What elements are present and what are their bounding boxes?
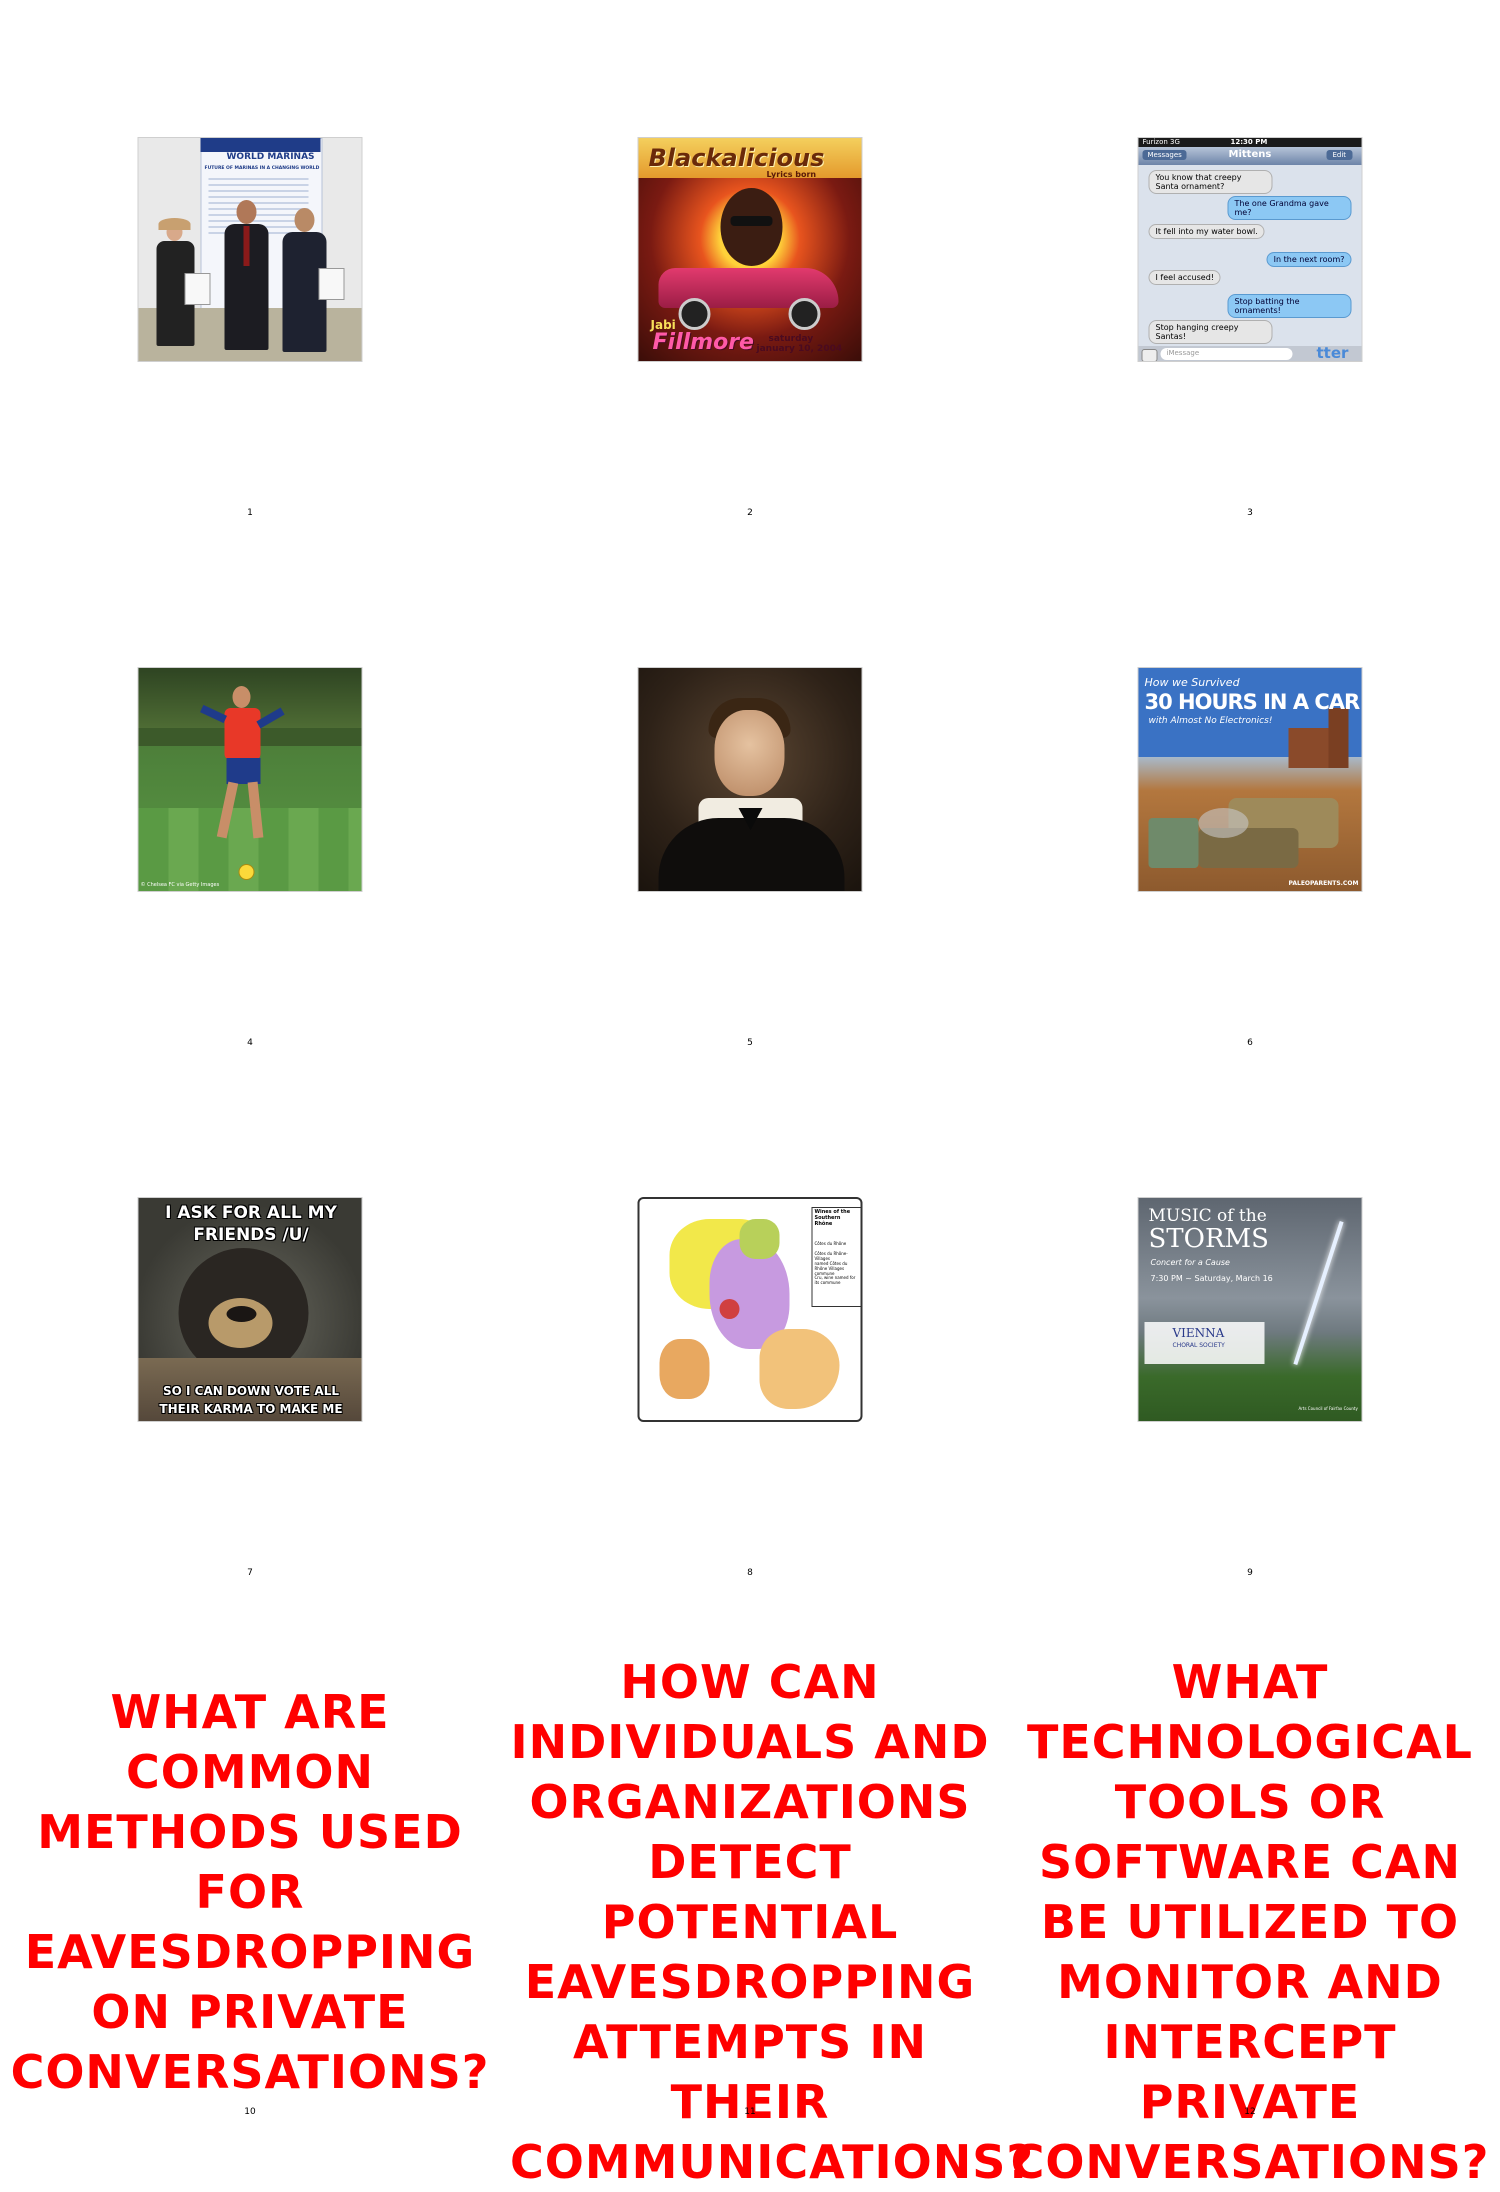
cell-number: 11 (744, 2107, 756, 2117)
message-bubble: You know that creepy Santa ornament? (1148, 170, 1273, 194)
map-legend-item: Côtes du Rhône (814, 1241, 847, 1246)
map-legend-title: Wines of the Southern Rhône (814, 1209, 851, 1227)
poster-sponsor: Arts Council of Fairfax County (1298, 1406, 1358, 1411)
poster-site: PALEOPARENTS.COM (1288, 880, 1359, 887)
cell-number: 10 (244, 2107, 256, 2117)
photo-conference-group[interactable]: WORLD MARINAS FUTURE OF MARINAS IN A CHA… (137, 137, 363, 362)
cell-number: 3 (1247, 508, 1253, 518)
cell-number: 4 (247, 1038, 253, 1048)
status-carrier: Furizon 3G (1142, 138, 1180, 146)
watermark-text: tter (1316, 344, 1349, 362)
map-legend-item: Côtes du Rhône-Villages (814, 1251, 848, 1261)
status-time: 12:30 PM (1230, 138, 1268, 146)
photo-football-training[interactable]: © Chelsea FC via Getty Images (137, 667, 363, 892)
cell-number: 12 (1244, 2107, 1256, 2117)
map-legend-item: named Côtes du Rhône Villages commune (814, 1261, 848, 1276)
text-message-screenshot[interactable]: Furizon 3G 12:30 PM Messages Mittens Edi… (1137, 137, 1363, 362)
grid-cell-12: WHAT TECHNOLOGICAL TOOLS OR SOFTWARE CAN… (1000, 1590, 1500, 2189)
cell-number: 6 (1247, 1038, 1253, 1048)
road-trip-poster[interactable]: How we Survived 30 HOURS IN A CAR with A… (1137, 667, 1363, 892)
cell-number: 1 (247, 508, 253, 518)
poster-line-3: with Almost No Electronics! (1148, 716, 1273, 726)
message-bubble: Stop hanging creepy Santas! (1148, 320, 1273, 344)
cell-number: 5 (747, 1038, 753, 1048)
concert-poster-blackalicious[interactable]: Blackalicious Lyrics born Jabi Fillmore … (637, 137, 863, 362)
poster-time: 7:30 PM ~ Saturday, March 16 (1150, 1274, 1273, 1283)
message-bubble: Stop batting the ornaments! (1227, 294, 1352, 318)
photo-credit: © Chelsea FC via Getty Images (140, 882, 220, 888)
poster-line-2: 30 HOURS IN A CAR (1144, 690, 1361, 714)
nav-title: Mittens (1228, 149, 1272, 160)
message-bubble: It fell into my water bowl. (1148, 224, 1265, 239)
cell-number: 9 (1247, 1568, 1253, 1578)
grid-cell-10: WHAT ARE COMMON METHODS USED FOR EAVESDR… (0, 1590, 500, 2120)
map-legend-item: Cru, wine named for its commune (814, 1275, 856, 1285)
question-text: WHAT ARE COMMON METHODS USED FOR EAVESDR… (10, 1685, 490, 2099)
message-bubble: The one Grandma gave me? (1227, 196, 1352, 220)
poster-title-1: MUSIC of the (1148, 1206, 1267, 1226)
org-name: VIENNA (1172, 1326, 1225, 1340)
poster-title: WORLD MARINAS (226, 152, 315, 162)
poster-date: january 10, 2004 (756, 344, 843, 354)
cell-number: 2 (747, 508, 753, 518)
meme-bottom-text: SO I CAN DOWN VOTE ALL THEIR KARMA TO MA… (159, 1384, 343, 1421)
grid-cell-11: HOW CAN INDIVIDUALS AND ORGANIZATIONS DE… (500, 1590, 1033, 2189)
poster-title-2: STORMS (1148, 1224, 1269, 1254)
meme-top-text: I ASK FOR ALL MY FRIENDS /U/ (165, 1203, 337, 1245)
nav-edit-button[interactable]: Edit (1326, 150, 1353, 160)
portrait-painting[interactable] (637, 667, 863, 892)
poster-subtitle: Lyrics born (766, 170, 817, 179)
poster-line-1: How we Survived (1144, 676, 1240, 689)
poster-venue: Fillmore (652, 330, 754, 355)
message-input[interactable]: iMessage (1160, 348, 1293, 360)
meme-confession-bear[interactable]: I ASK FOR ALL MY FRIENDS /U/ SO I CAN DO… (137, 1197, 363, 1422)
nav-back-button[interactable]: Messages (1142, 150, 1187, 160)
message-bubble: In the next room? (1266, 252, 1352, 267)
concert-poster-music-of-the-storms[interactable]: MUSIC of the STORMS Concert for a Cause … (1137, 1197, 1363, 1422)
message-bubble: I feel accused! (1148, 270, 1221, 285)
org-subtitle: CHORAL SOCIETY (1172, 1342, 1225, 1349)
poster-tagline: Concert for a Cause (1150, 1258, 1230, 1267)
cell-number: 8 (747, 1568, 753, 1578)
poster-subtitle: FUTURE OF MARINAS IN A CHANGING WORLD (204, 166, 320, 171)
poster-date-day: saturday (768, 334, 814, 344)
cell-number: 7 (247, 1568, 253, 1578)
camera-icon[interactable] (1141, 349, 1158, 361)
wine-region-map[interactable]: Wines of the Southern Rhône Côtes du Rhô… (637, 1197, 863, 1422)
poster-title: Blackalicious (648, 144, 825, 172)
